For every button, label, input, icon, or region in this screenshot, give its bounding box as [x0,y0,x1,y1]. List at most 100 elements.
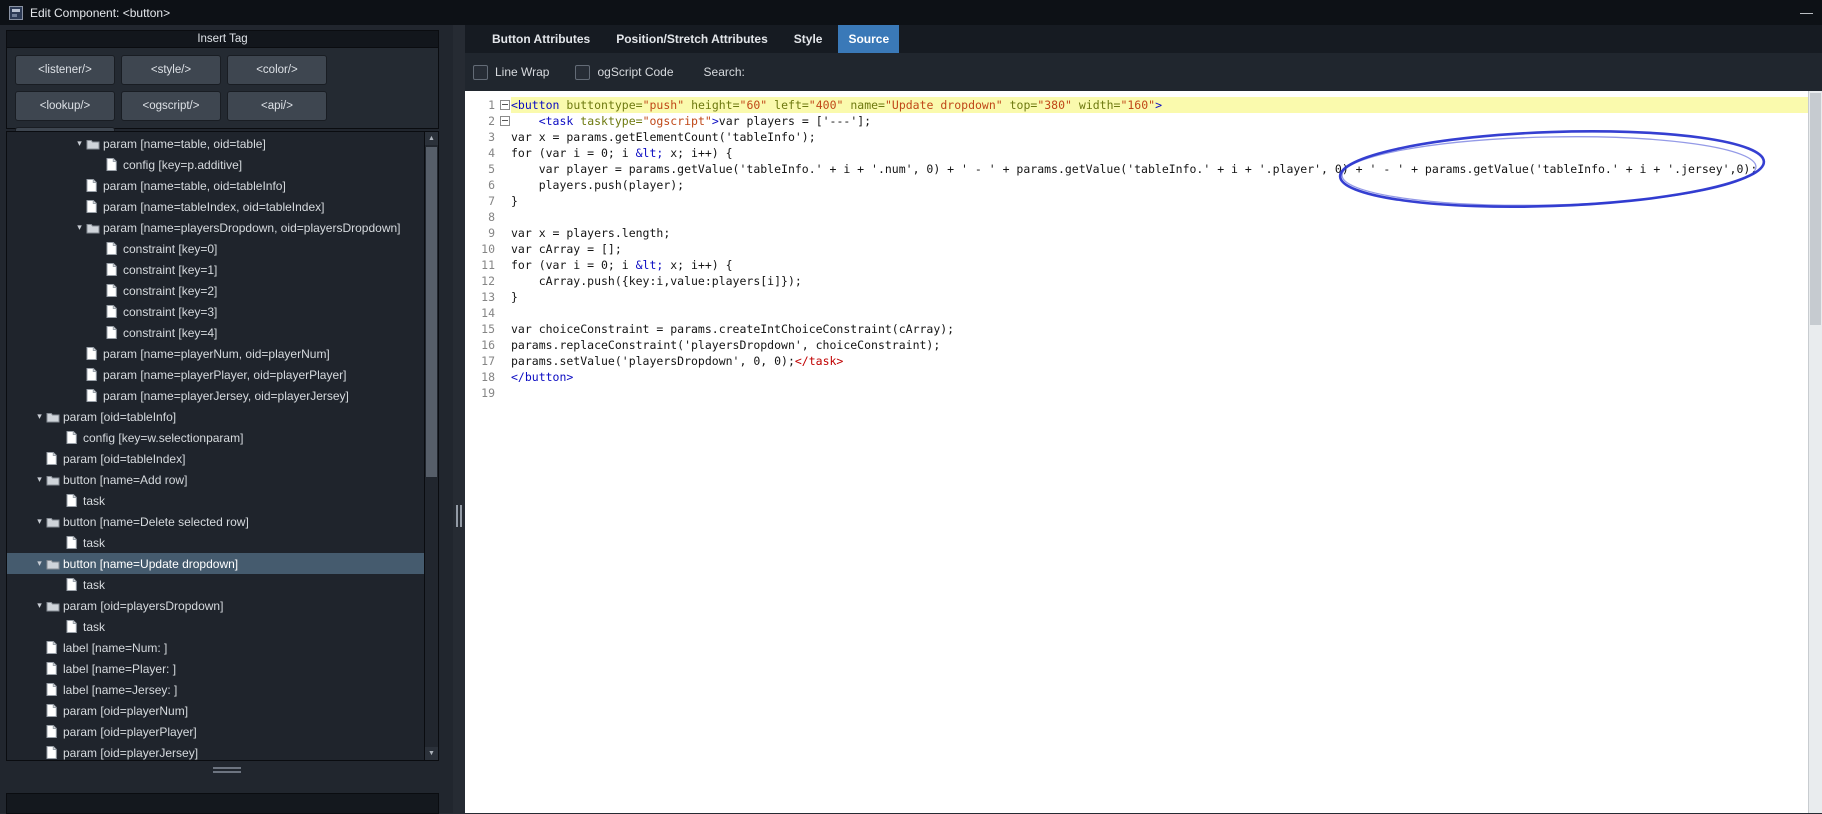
code-line: 12 cArray.push({key:i,value:players[i]})… [465,273,1809,289]
tree-item[interactable]: label [name=Jersey: ] [7,679,425,700]
tree-item[interactable]: ▾ button [name=Delete selected row] [7,511,425,532]
code-line: 15 var choiceConstraint = params.createIn… [465,321,1809,337]
tree-item[interactable]: constraint [key=0] [7,238,425,259]
fold-gutter [498,353,511,369]
tree-item[interactable]: task [7,574,425,595]
tree-item-label: button [name=Delete selected row] [63,514,249,529]
fold-gutter [498,177,511,193]
tree-scrollbar-thumb[interactable] [426,147,437,477]
expander-icon[interactable]: ▾ [73,138,86,149]
search-label: Search: [703,65,745,79]
tree-item[interactable]: config [key=w.selectionparam] [7,427,425,448]
insert-tag-button-lookup[interactable]: <lookup/> [15,91,115,121]
tree-item[interactable]: ▾ param [name=playersDropdown, oid=player… [7,217,425,238]
expander-icon[interactable]: ▾ [33,516,46,527]
line-number: 18 [481,370,495,384]
tree-item[interactable]: task [7,616,425,637]
tree-item[interactable]: ▾ button [name=Add row] [7,469,425,490]
tree-scrollbar[interactable]: ▲ ▼ [424,132,438,760]
tab-position-stretch-attributes[interactable]: Position/Stretch Attributes [606,25,778,53]
ogscript-code-checkbox[interactable] [575,64,591,80]
source-editor[interactable]: 1 <button buttontype="push" height="60" l… [465,91,1809,813]
scroll-down-icon[interactable]: ▼ [425,747,438,760]
folder-icon [46,600,63,612]
tree-item-label: button [name=Add row] [63,472,188,487]
tree-item[interactable]: param [oid=playerPlayer] [7,721,425,742]
tree-item[interactable]: param [name=tableIndex, oid=tableIndex] [7,196,425,217]
line-number: 10 [481,242,495,256]
tree-item[interactable]: constraint [key=2] [7,280,425,301]
code-line: 6 players.push(player); [465,177,1809,193]
tree-item[interactable]: constraint [key=4] [7,322,425,343]
expander-icon[interactable]: ▾ [33,474,46,485]
editor-scrollbar[interactable] [1808,91,1822,813]
folder-icon [46,411,63,423]
tree-item-label: param [oid=playerPlayer] [63,724,197,739]
code-text: var choiceConstraint = params.createIntC… [511,322,955,336]
file-icon [66,494,83,507]
tree-item-label: param [oid=playerNum] [63,703,189,718]
insert-tag-button-color[interactable]: <color/> [227,55,327,85]
tree-item[interactable]: param [name=playerPlayer, oid=playerPlay… [7,364,425,385]
code-text: params.replaceConstraint('playersDropdow… [511,338,941,352]
tab-style[interactable]: Style [784,25,833,53]
tab-source[interactable]: Source [838,25,900,53]
tree-item[interactable]: ▾ param [name=table, oid=table] [7,133,425,154]
tree-item-label: constraint [key=4] [123,325,218,340]
file-icon [46,683,63,696]
tree-item[interactable]: param [oid=playerNum] [7,700,425,721]
tree-item[interactable]: ▾ param [oid=tableInfo] [7,406,425,427]
tree-item[interactable]: constraint [key=1] [7,259,425,280]
line-number: 17 [481,354,495,368]
tree-item[interactable]: ▾ button [name=Update dropdown] [7,553,425,574]
expander-icon[interactable]: ▾ [33,411,46,422]
code-text: params.setValue('playersDropdown', 0, 0)… [511,354,844,368]
file-icon [46,641,63,654]
tree-item-label: param [name=table, oid=table] [103,136,266,151]
tree-item[interactable]: constraint [key=3] [7,301,425,322]
tree-item[interactable]: task [7,532,425,553]
file-icon [86,368,103,381]
insert-tag-button-ogscript[interactable]: <ogscript/> [121,91,221,121]
tree-item-label: param [oid=playersDropdown] [63,598,224,613]
panel-splitter-handle[interactable] [212,765,241,775]
tree-item[interactable]: param [name=table, oid=tableInfo] [7,175,425,196]
vertical-splitter-handle[interactable] [460,505,462,527]
tab-button-attributes[interactable]: Button Attributes [482,25,600,53]
code-text: <button buttontype="push" height="60" le… [511,97,1809,113]
tree-item[interactable]: param [name=playerJersey, oid=playerJers… [7,385,425,406]
fold-toggle-icon[interactable] [500,116,510,126]
tree-item[interactable]: param [name=playerNum, oid=playerNum] [7,343,425,364]
tree-item[interactable]: label [name=Player: ] [7,658,425,679]
expander-icon[interactable]: ▾ [33,558,46,569]
code-text: for (var i = 0; i &lt; x; i++) { [511,258,733,272]
line-number: 13 [481,290,495,304]
vertical-splitter[interactable] [453,25,465,813]
tree-item[interactable]: param [oid=tableIndex] [7,448,425,469]
insert-tag-button-api[interactable]: <api/> [227,91,327,121]
scroll-up-icon[interactable]: ▲ [425,132,438,145]
line-number: 15 [481,322,495,336]
tree-item-label: param [name=tableIndex, oid=tableIndex] [103,199,325,214]
insert-tag-button-style[interactable]: <style/> [121,55,221,85]
tree-item[interactable]: task [7,490,425,511]
code-line: 4 for (var i = 0; i &lt; x; i++) { [465,145,1809,161]
fold-toggle-icon[interactable] [500,100,510,110]
code-line: 7} [465,193,1809,209]
tree-item[interactable]: param [oid=playerJersey] [7,742,425,760]
tree-item[interactable]: ▾ param [oid=playersDropdown] [7,595,425,616]
tree-item[interactable]: label [name=Num: ] [7,637,425,658]
fold-gutter [498,225,511,241]
folder-icon [46,558,63,570]
insert-tag-button-listener[interactable]: <listener/> [15,55,115,85]
tree-item-label: task [83,493,106,508]
code-text: cArray.push({key:i,value:players[i]}); [511,274,802,288]
line-wrap-checkbox[interactable] [473,64,488,80]
line-number: 1 [488,98,495,112]
expander-icon[interactable]: ▾ [33,600,46,611]
vertical-splitter-handle[interactable] [456,505,458,527]
expander-icon[interactable]: ▾ [73,222,86,233]
editor-scrollbar-thumb[interactable] [1810,93,1821,325]
minimize-button[interactable]: — [1791,5,1813,20]
tree-item[interactable]: config [key=p.additive] [7,154,425,175]
